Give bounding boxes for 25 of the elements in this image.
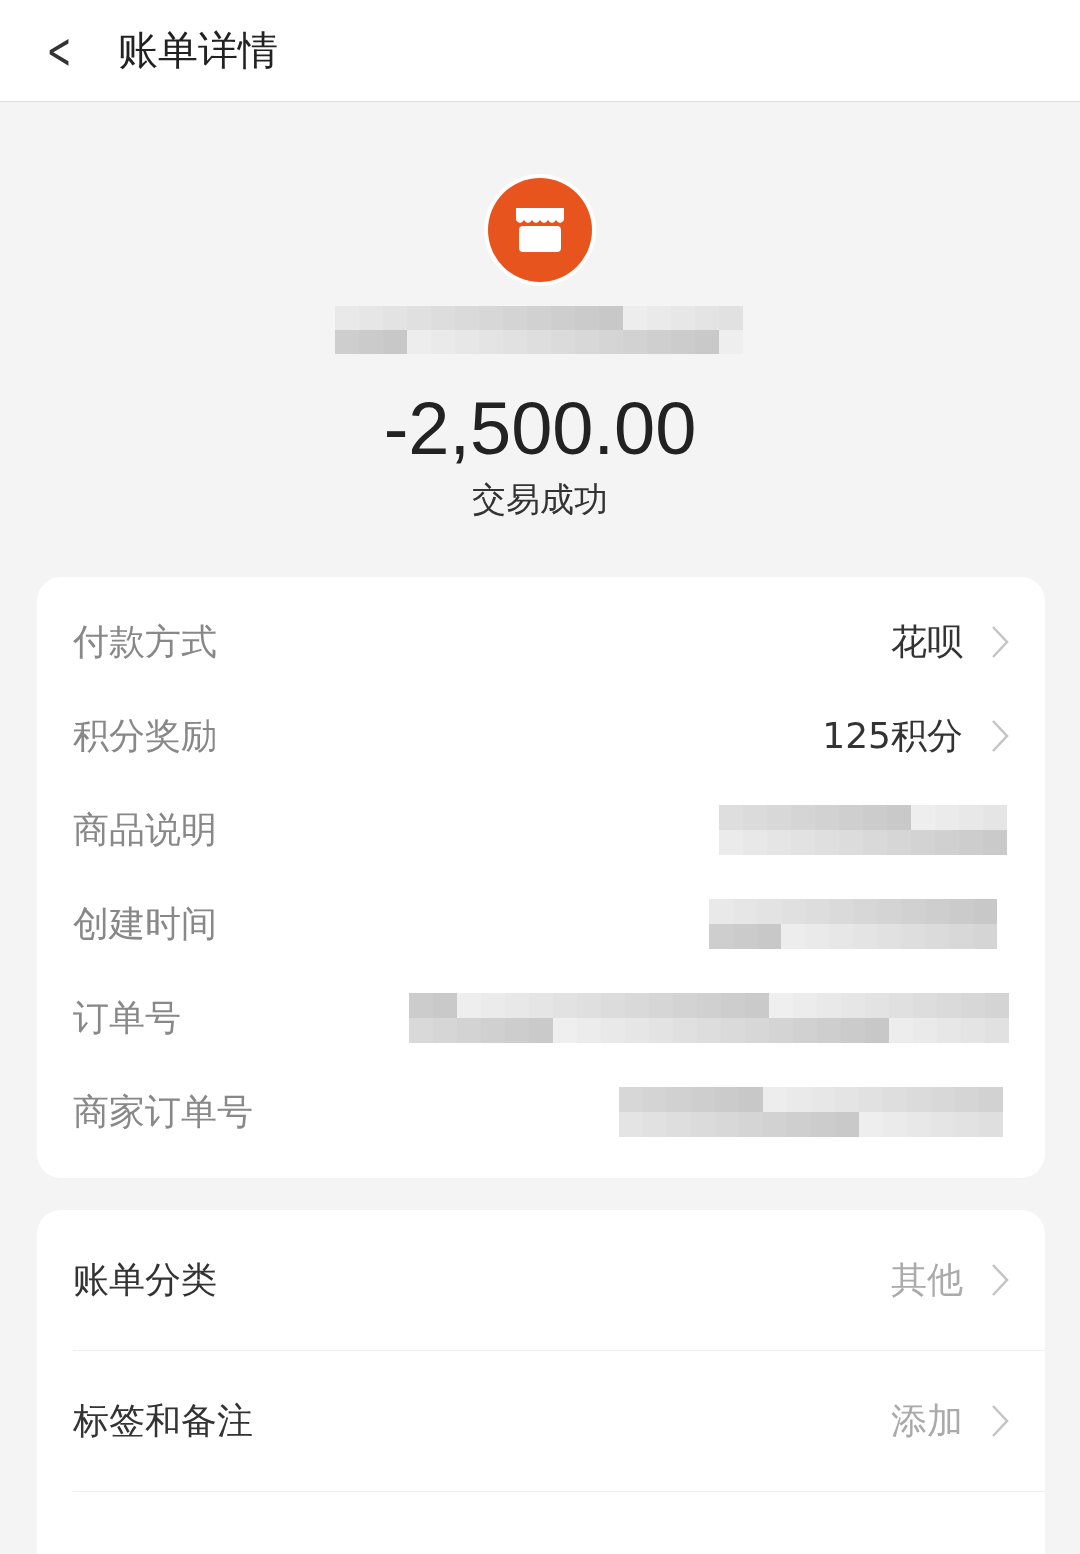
chevron-icon: [991, 1263, 1009, 1297]
action-value: 添加: [891, 1398, 963, 1443]
action-label: 标签和备注: [73, 1398, 253, 1443]
chevron-icon: [991, 1404, 1009, 1438]
back-button[interactable]: <: [46, 25, 72, 76]
action-label: 账单分类: [73, 1257, 217, 1302]
field-label: 商品说明: [73, 807, 217, 852]
field-label: 积分奖励: [73, 713, 217, 758]
field-link[interactable]: 125积分: [822, 711, 1009, 761]
field-value: 125积分: [822, 713, 963, 758]
store-icon: [488, 178, 592, 282]
action-row[interactable]: 标签和备注 添加: [73, 1351, 1045, 1492]
action-row[interactable]: 账单分类 其他: [73, 1210, 1045, 1351]
amount: -2,500.00: [383, 386, 697, 471]
chevron-icon: [991, 625, 1009, 659]
field-label: 创建时间: [73, 901, 217, 946]
field-label: 商家订单号: [73, 1089, 253, 1134]
page-title: 账单详情: [117, 26, 278, 75]
field-link[interactable]: 花呗: [891, 617, 1009, 667]
field-value: 花呗: [891, 619, 963, 664]
status-text: 交易成功: [472, 478, 608, 521]
chevron-icon: [991, 719, 1009, 753]
field-label: 付款方式: [73, 619, 217, 664]
action-value: 其他: [891, 1257, 963, 1302]
field-label: 订单号: [73, 995, 181, 1040]
